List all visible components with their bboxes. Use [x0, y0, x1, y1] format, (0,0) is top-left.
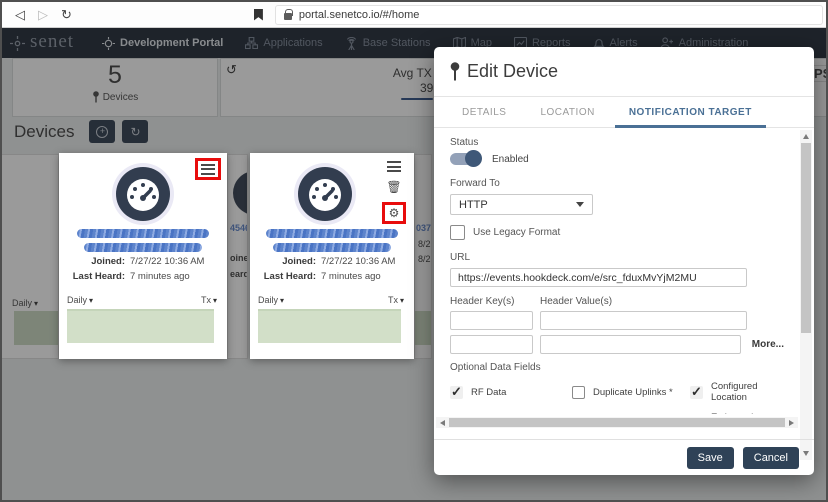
modal-footer: Save Cancel	[434, 439, 814, 475]
forward-to-label: Forward To	[450, 178, 500, 189]
last-heard-label: Last Heard:	[263, 271, 316, 282]
option-configured-location[interactable]: Configured Location	[690, 381, 784, 403]
joined-label: Joined:	[282, 256, 316, 267]
save-button[interactable]: Save	[686, 446, 734, 469]
last-heard-label: Last Heard:	[72, 271, 125, 282]
option-label: RF Data	[471, 386, 507, 398]
screenshot-root: ◁ ▷ ↻ portal.senetco.io/#/home senet Dev…	[0, 0, 828, 502]
option-label: Estimated Location *	[711, 412, 784, 414]
legacy-format-checkbox[interactable]	[450, 225, 465, 240]
redacted-device-eui	[273, 243, 391, 252]
cancel-button[interactable]: Cancel	[742, 446, 799, 469]
forward-to-select[interactable]: HTTP	[450, 194, 593, 215]
forward-to-value: HTTP	[459, 198, 488, 211]
bookmark-icon[interactable]	[253, 8, 263, 21]
tx-area-chart	[258, 309, 401, 343]
period-dropdown[interactable]: Daily	[67, 295, 93, 305]
annotation-highlight-menu	[195, 158, 221, 180]
option-rf-data[interactable]: RF Data	[450, 381, 572, 403]
lock-icon	[283, 8, 293, 20]
annotation-highlight-gear: ⚙	[382, 202, 406, 224]
vertical-scrollbar[interactable]	[800, 130, 812, 460]
modal-title: Edit Device	[467, 61, 559, 81]
chevron-down-icon	[576, 202, 584, 207]
option-type[interactable]: Type	[450, 412, 572, 414]
tab-notification-target[interactable]: NOTIFICATION TARGET	[614, 97, 766, 128]
last-heard-value: 7 minutes ago	[321, 271, 381, 282]
status-toggle[interactable]	[450, 150, 482, 167]
checkbox-icon[interactable]	[572, 385, 585, 399]
gauge-halo	[294, 163, 356, 225]
scroll-up-icon[interactable]	[803, 134, 809, 139]
scroll-left-icon[interactable]	[440, 420, 445, 426]
settings-gear-icon[interactable]: ⚙	[389, 207, 400, 219]
legacy-format-label: Use Legacy Format	[473, 227, 561, 238]
header-keys-label: Header Key(s)	[450, 296, 515, 307]
scrollbar-thumb[interactable]	[449, 418, 785, 427]
tx-area-chart	[67, 309, 214, 343]
address-bar[interactable]: portal.senetco.io/#/home	[274, 4, 823, 25]
delete-icon[interactable]: 🗑	[386, 181, 401, 193]
forward-icon[interactable]: ▷	[38, 8, 48, 21]
card-menu-icon[interactable]	[387, 161, 401, 172]
joined-value: 7/27/22 10:36 AM	[321, 256, 396, 267]
metric-dropdown[interactable]: Tx	[201, 295, 217, 305]
card-action-icons: 🗑 ⚙	[382, 161, 406, 224]
joined-value: 7/27/22 10:36 AM	[130, 256, 205, 267]
option-label: Duplicate Uplinks *	[593, 386, 673, 398]
edit-device-modal: Edit Device DETAILS LOCATION NOTIFICATIO…	[434, 47, 814, 475]
checkbox-icon[interactable]	[690, 384, 703, 400]
status-value: Enabled	[492, 153, 529, 165]
option-lora-class[interactable]: LoRa Class	[572, 412, 690, 414]
joined-label: Joined:	[91, 256, 125, 267]
horizontal-scrollbar[interactable]	[436, 417, 798, 428]
option-duplicate-uplinks[interactable]: Duplicate Uplinks *	[572, 381, 690, 403]
optional-fields-label: Optional Data Fields	[450, 362, 541, 373]
status-label: Status	[450, 137, 479, 148]
tab-location[interactable]: LOCATION	[540, 97, 594, 128]
scrollbar-thumb[interactable]	[801, 143, 811, 333]
modal-tabs: DETAILS LOCATION NOTIFICATION TARGET	[434, 97, 814, 128]
tab-details[interactable]: DETAILS	[462, 97, 506, 128]
more-link[interactable]: More...	[752, 339, 784, 350]
period-dropdown[interactable]: Daily	[258, 295, 284, 305]
option-label: Configured Location	[711, 381, 758, 403]
gauge-halo	[112, 163, 174, 225]
back-icon[interactable]: ◁	[15, 8, 25, 21]
checkbox-icon[interactable]	[450, 384, 463, 400]
scroll-right-icon[interactable]	[789, 420, 794, 426]
header-value-input-2[interactable]	[540, 335, 741, 354]
last-heard-value: 7 minutes ago	[130, 271, 190, 282]
url-text[interactable]: portal.senetco.io/#/home	[299, 9, 419, 21]
modal-body: Status Enabled Forward To HTTP Use Legac…	[434, 128, 814, 414]
url-input[interactable]	[450, 268, 747, 287]
device-pin-icon	[450, 62, 460, 81]
metric-dropdown[interactable]: Tx	[388, 295, 404, 305]
gauge-icon	[116, 167, 170, 221]
redacted-device-id	[77, 229, 209, 238]
option-estimated-location[interactable]: Estimated Location *	[690, 412, 784, 414]
card-menu-icon[interactable]	[201, 163, 215, 175]
header-key-input-1[interactable]	[450, 311, 533, 330]
reload-icon[interactable]: ↻	[61, 8, 72, 21]
url-label: URL	[450, 252, 471, 263]
header-key-input-2[interactable]	[450, 335, 533, 354]
device-card-2: 🗑 ⚙ Joined: 7/27/22 10:36 AM Last Heard: 7…	[250, 153, 414, 359]
gauge-icon	[298, 167, 352, 221]
header-value-input-1[interactable]	[540, 311, 747, 330]
redacted-device-eui	[84, 243, 202, 252]
optional-fields-grid: RF Data Duplicate Uplinks * Configured L…	[450, 381, 784, 414]
browser-bar: ◁ ▷ ↻ portal.senetco.io/#/home	[2, 2, 826, 28]
header-values-label: Header Value(s)	[540, 296, 613, 307]
modal-header: Edit Device	[434, 47, 814, 97]
device-card-1: Joined: 7/27/22 10:36 AM Last Heard: 7 min…	[59, 153, 227, 359]
redacted-device-id	[266, 229, 398, 238]
